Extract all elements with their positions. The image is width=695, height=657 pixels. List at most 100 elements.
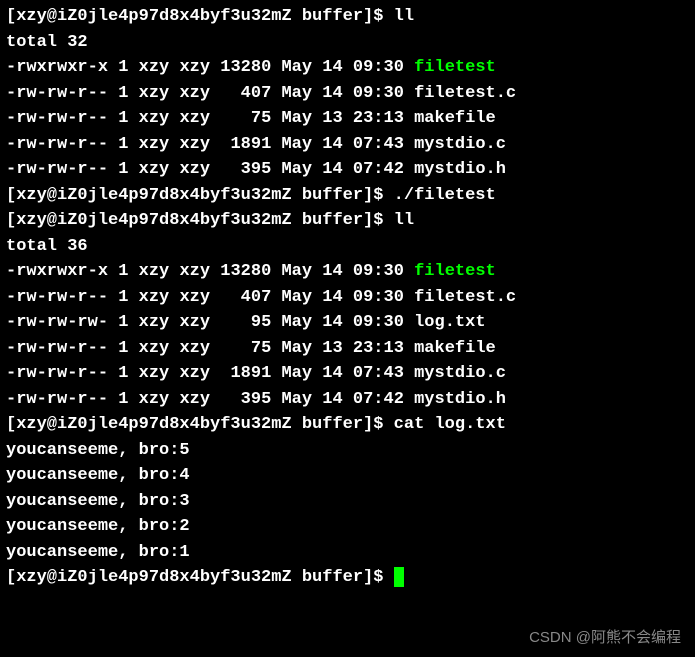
file-row: -rw-rw-r-- 1 xzy xzy 75 May 13 23:13 mak…: [6, 106, 689, 132]
file-permissions: -rw-rw-r--: [6, 288, 108, 307]
file-name: makefile: [414, 109, 496, 128]
prompt-line-active[interactable]: [xzy@iZ0jle4p97d8x4byf3u32mZ buffer]$: [6, 565, 689, 591]
total-line: total 36: [6, 234, 689, 260]
file-row: -rw-rw-r-- 1 xzy xzy 407 May 14 09:30 fi…: [6, 81, 689, 107]
owner: xzy: [139, 109, 170, 128]
command-text: ./filetest: [394, 186, 496, 205]
file-date: May 14 07:42: [281, 160, 403, 179]
file-permissions: -rw-rw-r--: [6, 84, 108, 103]
shell-prompt: [xzy@iZ0jle4p97d8x4byf3u32mZ buffer]$: [6, 415, 394, 434]
link-count: 1: [118, 84, 128, 103]
file-date: May 13 23:13: [281, 109, 403, 128]
file-listing-1: -rwxrwxr-x 1 xzy xzy 13280 May 14 09:30 …: [6, 55, 689, 183]
prompt-line: [xzy@iZ0jle4p97d8x4byf3u32mZ buffer]$ ll: [6, 208, 689, 234]
file-size: 75: [220, 109, 271, 128]
link-count: 1: [118, 160, 128, 179]
file-name: mystdio.c: [414, 364, 506, 383]
output-line: youcanseeme, bro:5: [6, 438, 689, 464]
prompt-line: [xzy@iZ0jle4p97d8x4byf3u32mZ buffer]$ ca…: [6, 412, 689, 438]
command-text: cat log.txt: [394, 415, 506, 434]
file-name: makefile: [414, 339, 496, 358]
file-permissions: -rw-rw-r--: [6, 160, 108, 179]
command-text: ll: [394, 7, 414, 26]
shell-prompt: [xzy@iZ0jle4p97d8x4byf3u32mZ buffer]$: [6, 568, 394, 587]
file-row: -rwxrwxr-x 1 xzy xzy 13280 May 14 09:30 …: [6, 259, 689, 285]
link-count: 1: [118, 109, 128, 128]
group: xzy: [179, 160, 210, 179]
shell-prompt: [xzy@iZ0jle4p97d8x4byf3u32mZ buffer]$: [6, 7, 394, 26]
file-row: -rw-rw-r-- 1 xzy xzy 1891 May 14 07:43 m…: [6, 361, 689, 387]
file-name: filetest.c: [414, 288, 516, 307]
command-text: ll: [394, 211, 414, 230]
total-line: total 32: [6, 30, 689, 56]
group: xzy: [179, 135, 210, 154]
file-size: 395: [220, 390, 271, 409]
group: xzy: [179, 84, 210, 103]
file-size: 95: [220, 313, 271, 332]
terminal-output: [xzy@iZ0jle4p97d8x4byf3u32mZ buffer]$ ll…: [6, 4, 689, 591]
file-permissions: -rw-rw-rw-: [6, 313, 108, 332]
owner: xzy: [139, 390, 170, 409]
owner: xzy: [139, 160, 170, 179]
file-date: May 14 09:30: [281, 84, 403, 103]
link-count: 1: [118, 288, 128, 307]
group: xzy: [179, 262, 210, 281]
cursor-block: [394, 567, 404, 587]
file-date: May 14 07:43: [281, 135, 403, 154]
output-line: youcanseeme, bro:3: [6, 489, 689, 515]
shell-prompt: [xzy@iZ0jle4p97d8x4byf3u32mZ buffer]$: [6, 186, 394, 205]
file-date: May 14 09:30: [281, 58, 403, 77]
file-date: May 14 07:42: [281, 390, 403, 409]
owner: xzy: [139, 364, 170, 383]
output-line: youcanseeme, bro:2: [6, 514, 689, 540]
file-date: May 14 07:43: [281, 364, 403, 383]
owner: xzy: [139, 135, 170, 154]
file-date: May 14 09:30: [281, 262, 403, 281]
file-date: May 14 09:30: [281, 288, 403, 307]
file-permissions: -rw-rw-r--: [6, 109, 108, 128]
owner: xzy: [139, 313, 170, 332]
file-permissions: -rw-rw-r--: [6, 135, 108, 154]
file-name: mystdio.c: [414, 135, 506, 154]
link-count: 1: [118, 262, 128, 281]
link-count: 1: [118, 313, 128, 332]
file-row: -rw-rw-rw- 1 xzy xzy 95 May 14 09:30 log…: [6, 310, 689, 336]
file-row: -rw-rw-r-- 1 xzy xzy 395 May 14 07:42 my…: [6, 157, 689, 183]
file-size: 407: [220, 288, 271, 307]
link-count: 1: [118, 58, 128, 77]
file-size: 1891: [220, 364, 271, 383]
file-name: filetest.c: [414, 84, 516, 103]
link-count: 1: [118, 390, 128, 409]
link-count: 1: [118, 364, 128, 383]
file-name: filetest: [414, 58, 496, 77]
group: xzy: [179, 339, 210, 358]
file-row: -rw-rw-r-- 1 xzy xzy 407 May 14 09:30 fi…: [6, 285, 689, 311]
file-name: mystdio.h: [414, 160, 506, 179]
owner: xzy: [139, 84, 170, 103]
file-row: -rw-rw-r-- 1 xzy xzy 75 May 13 23:13 mak…: [6, 336, 689, 362]
cat-output: youcanseeme, bro:5youcanseeme, bro:4youc…: [6, 438, 689, 566]
group: xzy: [179, 313, 210, 332]
file-row: -rwxrwxr-x 1 xzy xzy 13280 May 14 09:30 …: [6, 55, 689, 81]
shell-prompt: [xzy@iZ0jle4p97d8x4byf3u32mZ buffer]$: [6, 211, 394, 230]
group: xzy: [179, 109, 210, 128]
file-permissions: -rw-rw-r--: [6, 364, 108, 383]
output-line: youcanseeme, bro:1: [6, 540, 689, 566]
output-line: youcanseeme, bro:4: [6, 463, 689, 489]
file-size: 13280: [220, 262, 271, 281]
file-size: 407: [220, 84, 271, 103]
owner: xzy: [139, 58, 170, 77]
file-name: filetest: [414, 262, 496, 281]
file-date: May 14 09:30: [281, 313, 403, 332]
owner: xzy: [139, 262, 170, 281]
group: xzy: [179, 364, 210, 383]
file-permissions: -rwxrwxr-x: [6, 58, 108, 77]
file-size: 13280: [220, 58, 271, 77]
file-size: 395: [220, 160, 271, 179]
file-size: 1891: [220, 135, 271, 154]
file-permissions: -rw-rw-r--: [6, 390, 108, 409]
file-listing-2: -rwxrwxr-x 1 xzy xzy 13280 May 14 09:30 …: [6, 259, 689, 412]
file-row: -rw-rw-r-- 1 xzy xzy 1891 May 14 07:43 m…: [6, 132, 689, 158]
file-row: -rw-rw-r-- 1 xzy xzy 395 May 14 07:42 my…: [6, 387, 689, 413]
file-permissions: -rw-rw-r--: [6, 339, 108, 358]
